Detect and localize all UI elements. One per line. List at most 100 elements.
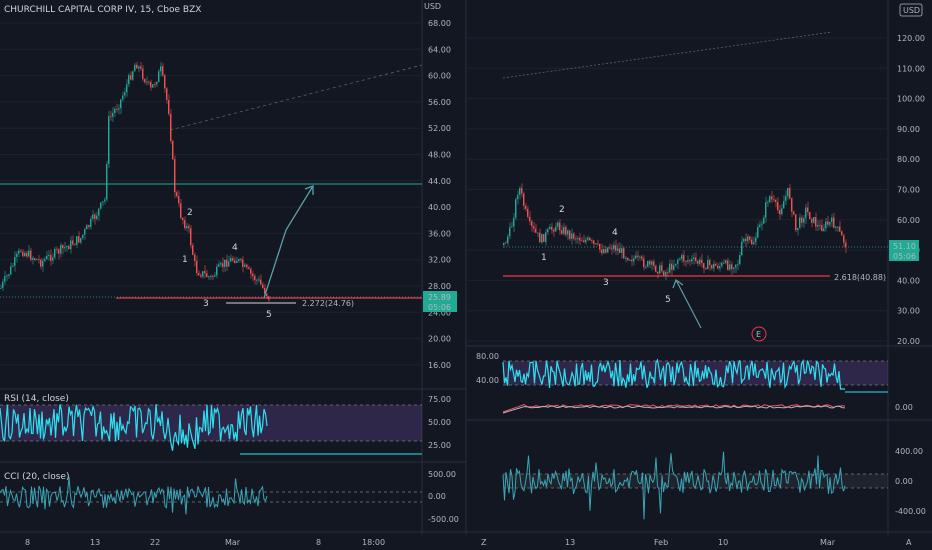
left-candle [26, 252, 28, 257]
right-candle [717, 265, 719, 269]
right-candle [557, 222, 559, 227]
zoom-icon[interactable]: Z [481, 538, 487, 547]
right-candle [845, 242, 847, 248]
left-candle [224, 259, 226, 267]
left-candle [166, 88, 168, 100]
left-candle [70, 240, 72, 250]
left-candle [214, 275, 216, 277]
right-candle [553, 229, 555, 232]
left-candle [50, 254, 52, 261]
left-candle [20, 250, 22, 252]
left-candle [94, 214, 96, 219]
left-candle [98, 208, 100, 216]
left-candle [46, 255, 48, 260]
left-candle [190, 228, 192, 246]
right-candle [617, 248, 619, 251]
left-candle [126, 84, 128, 93]
right-candle [555, 226, 557, 232]
right-fib-label: 2.618(40.88) [834, 273, 886, 282]
left-price-tick: 28.00 [428, 282, 451, 291]
right-candle [767, 201, 769, 203]
right-candle [733, 267, 735, 269]
right-candle [725, 260, 727, 263]
right-candle [587, 237, 589, 240]
left-candle [212, 276, 214, 277]
right-x-tick-mar: Mar [820, 538, 836, 547]
right-candle [645, 266, 647, 268]
left-candle [196, 260, 198, 274]
left-candle [74, 244, 76, 246]
left-candle [234, 260, 236, 263]
left-candle [82, 234, 84, 238]
right-candle [693, 257, 695, 259]
right-candle [653, 261, 655, 266]
right-candle [529, 216, 531, 222]
left-candle [240, 259, 242, 260]
left-candle [78, 236, 80, 243]
right-candle [711, 264, 713, 269]
right-candle [609, 247, 611, 249]
right-candle [679, 258, 681, 260]
left-countdown: 05:06 [428, 303, 451, 312]
right-candle [635, 255, 637, 259]
right-candle [743, 238, 745, 242]
right-candle [607, 247, 609, 253]
right-candle [535, 228, 537, 233]
left-candle [148, 81, 150, 83]
left-candle [178, 196, 180, 204]
currency-label-left[interactable]: USD [424, 2, 441, 11]
right-candle [817, 225, 819, 227]
right-wave-4: 4 [612, 228, 618, 238]
left-price-tick: 16.00 [428, 361, 451, 370]
right-candle [791, 198, 793, 212]
right-x-tick-feb: Feb [654, 538, 668, 547]
right-candle [593, 240, 595, 244]
right-osc2-tick-0: 0.00 [895, 403, 913, 412]
right-price-tick: 70.00 [897, 186, 920, 195]
left-price-tick: 60.00 [428, 72, 451, 81]
left-last-price: 25.89 [428, 293, 451, 302]
left-candle [48, 254, 50, 256]
right-candle [797, 227, 799, 231]
right-candle [673, 265, 675, 270]
right-candle [595, 243, 597, 245]
chart-canvas[interactable]: CHURCHILL CAPITAL CORP IV, 15, Cboe BZX … [0, 0, 932, 550]
left-candle [90, 218, 92, 227]
left-cci-tick-0: 0.00 [428, 492, 446, 501]
left-x-tick-22: 22 [150, 538, 160, 547]
left-candle [118, 108, 120, 110]
right-candle [787, 187, 789, 197]
left-candle [154, 84, 156, 86]
right-candle [503, 242, 505, 245]
right-candle [585, 239, 587, 243]
left-candle [116, 109, 118, 110]
right-candle [723, 262, 725, 264]
left-candle [152, 84, 154, 88]
right-candle [551, 226, 553, 230]
left-candle [188, 226, 190, 229]
right-candle [599, 243, 601, 250]
right-candle [563, 227, 565, 234]
right-candle [753, 242, 755, 245]
left-candle [110, 116, 112, 118]
right-candle [715, 263, 717, 266]
left-candle [124, 92, 126, 96]
right-candle [745, 238, 747, 242]
left-candle [2, 281, 4, 288]
right-candle [649, 261, 651, 265]
right-candle [813, 217, 815, 223]
right-candle [815, 217, 817, 227]
auto-scale-icon[interactable]: A [906, 538, 912, 547]
right-candle [821, 225, 823, 231]
right-candle [651, 261, 653, 265]
currency-label-right[interactable]: USD [903, 6, 920, 15]
right-candle [843, 235, 845, 243]
right-candle [703, 263, 705, 269]
left-x-tick-1800: 18:00 [362, 538, 385, 547]
right-candle [643, 258, 645, 268]
right-candle [531, 221, 533, 227]
right-osc3-tick-400: 400.00 [895, 447, 923, 456]
right-candle [833, 217, 835, 228]
left-candle [68, 246, 70, 250]
left-candle [102, 201, 104, 203]
